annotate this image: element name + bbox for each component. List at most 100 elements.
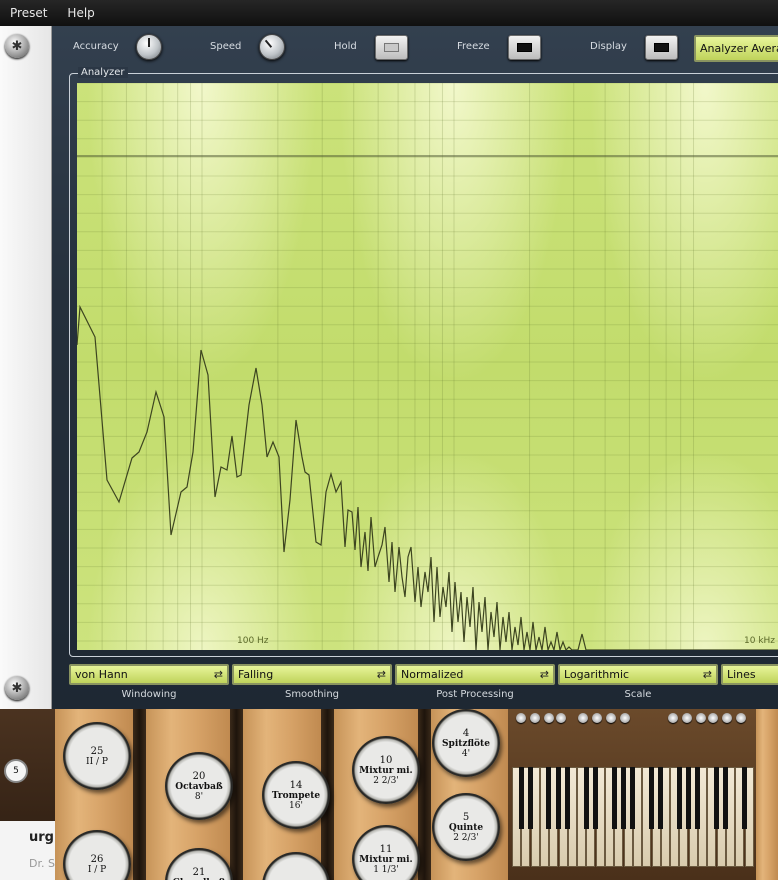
accuracy-knob[interactable]	[136, 34, 162, 60]
coupler-knob[interactable]	[668, 713, 678, 723]
pillar	[418, 709, 431, 880]
organ-stop-25[interactable]: 25 II / P	[63, 722, 131, 790]
preset-dial[interactable]: 5	[4, 759, 28, 783]
black-key[interactable]	[658, 767, 663, 829]
coupler-knob[interactable]	[708, 713, 718, 723]
scale-select[interactable]: Logarithmic ⇄	[558, 664, 718, 685]
hold-label: Hold	[334, 41, 357, 52]
black-key[interactable]	[713, 767, 719, 829]
post-processing-value: Normalized	[401, 668, 464, 681]
coupler-knob[interactable]	[722, 713, 732, 723]
analyzer-group-title: Analyzer	[78, 67, 128, 78]
organ-title: urg	[29, 830, 54, 845]
coupler-knob[interactable]	[620, 713, 630, 723]
scale-value: Logarithmic	[564, 668, 630, 681]
hold-lamp-icon	[384, 43, 399, 52]
coupler-knob[interactable]	[530, 713, 540, 723]
coupler-knob[interactable]	[682, 713, 692, 723]
analyzer-display[interactable]: 100 Hz 10 kHz	[77, 83, 778, 650]
black-key[interactable]	[648, 767, 654, 829]
display-button[interactable]	[645, 35, 678, 60]
organ-stop-num: 5	[462, 811, 470, 823]
menu-help[interactable]: Help	[57, 0, 104, 26]
pillar	[133, 709, 146, 880]
hold-button[interactable]	[375, 35, 408, 60]
swap-arrows-icon: ⇄	[539, 668, 549, 681]
coupler-knob[interactable]	[736, 713, 746, 723]
freeze-lamp-icon	[517, 43, 532, 52]
menu-preset[interactable]: Preset	[0, 0, 57, 26]
black-key[interactable]	[685, 767, 691, 829]
black-key[interactable]	[611, 767, 617, 829]
organ-stop-name: Quinte	[448, 822, 484, 833]
freeze-label: Freeze	[457, 41, 490, 52]
speed-label: Speed	[210, 41, 242, 52]
black-key[interactable]	[518, 767, 524, 829]
organ-stop-feet: 8'	[194, 791, 204, 802]
organ-stop-14[interactable]: 14 Trompete 16'	[262, 761, 330, 829]
organ-stop-name: Mixtur mi.	[359, 765, 413, 776]
organ-stop-5[interactable]: 5 Quinte 2 2/3'	[432, 793, 500, 861]
organ-stop-name: Trompete	[271, 790, 321, 801]
coupler-knob[interactable]	[606, 713, 616, 723]
screw-icon: ✱	[5, 676, 29, 700]
organ-stop-num: 14	[289, 779, 303, 791]
organ-subtitle: Dr. S	[29, 857, 55, 870]
black-key[interactable]	[676, 767, 682, 829]
organ-stop-num: 26	[90, 853, 104, 865]
freq-label-100hz: 100 Hz	[237, 636, 269, 646]
draw-mode-select[interactable]: Lines	[721, 664, 778, 685]
windowing-value: von Hann	[75, 668, 128, 681]
speed-knob[interactable]	[259, 34, 285, 60]
organ-side-panel: 5 urg Dr. S	[0, 709, 55, 880]
black-key[interactable]	[695, 767, 701, 829]
spectrum-graph	[77, 83, 778, 650]
black-key[interactable]	[723, 767, 729, 829]
black-key[interactable]	[630, 767, 636, 829]
toolbar: Accuracy Speed Hold Freeze Display Analy…	[52, 26, 778, 70]
black-key[interactable]	[620, 767, 626, 829]
freeze-button[interactable]	[508, 35, 541, 60]
black-key[interactable]	[546, 767, 552, 829]
smoothing-label: Smoothing	[284, 689, 340, 700]
organ-stop-feet: 16'	[289, 800, 303, 811]
black-key[interactable]	[565, 767, 570, 829]
organ-stop-feet: 1 1/3'	[373, 864, 399, 875]
black-key[interactable]	[741, 767, 747, 829]
display-mode-select[interactable]: Analyzer Average	[694, 35, 778, 62]
organ-stop-feet: 4'	[461, 748, 471, 759]
organ-keyboard[interactable]	[508, 709, 756, 880]
post-processing-select[interactable]: Normalized ⇄	[395, 664, 555, 685]
post-processing-label: Post Processing	[436, 689, 514, 700]
coupler-knob[interactable]	[544, 713, 554, 723]
windowing-select[interactable]: von Hann ⇄	[69, 664, 229, 685]
black-key[interactable]	[592, 767, 598, 829]
organ-stop-feet: I / P	[87, 864, 107, 875]
coupler-knob[interactable]	[556, 713, 566, 723]
organ-stop-10[interactable]: 10 Mixtur mi. 2 2/3'	[352, 736, 420, 804]
scale-label: Scale	[624, 689, 652, 700]
coupler-knob[interactable]	[696, 713, 706, 723]
black-key[interactable]	[527, 767, 533, 829]
organ-stop-name: Mixtur mi.	[359, 854, 413, 865]
organ-stop-num: 4	[462, 727, 470, 739]
organ-stop-feet: 2 2/3'	[453, 832, 479, 843]
windowing-label: Windowing	[121, 689, 177, 700]
screw-icon: ✱	[5, 34, 29, 58]
black-key[interactable]	[583, 767, 589, 829]
black-key[interactable]	[555, 767, 561, 829]
menubar: Preset Help	[0, 0, 778, 26]
coupler-knob[interactable]	[592, 713, 602, 723]
smoothing-select[interactable]: Falling ⇄	[232, 664, 392, 685]
organ-stop-num: 25	[90, 745, 104, 757]
coupler-knob[interactable]	[578, 713, 588, 723]
coupler-knob[interactable]	[516, 713, 526, 723]
organ-stop-num: 10	[379, 754, 393, 766]
display-label: Display	[590, 41, 627, 52]
swap-arrows-icon: ⇄	[213, 668, 223, 681]
organ-stop-num: 21	[192, 866, 206, 878]
organ-stop-name: Spitzflöte	[442, 738, 490, 749]
organ-stop-4[interactable]: 4 Spitzflöte 4'	[432, 709, 500, 777]
freq-label-10khz: 10 kHz	[744, 636, 776, 646]
organ-stop-20[interactable]: 20 Octavbaß 8'	[165, 752, 233, 820]
